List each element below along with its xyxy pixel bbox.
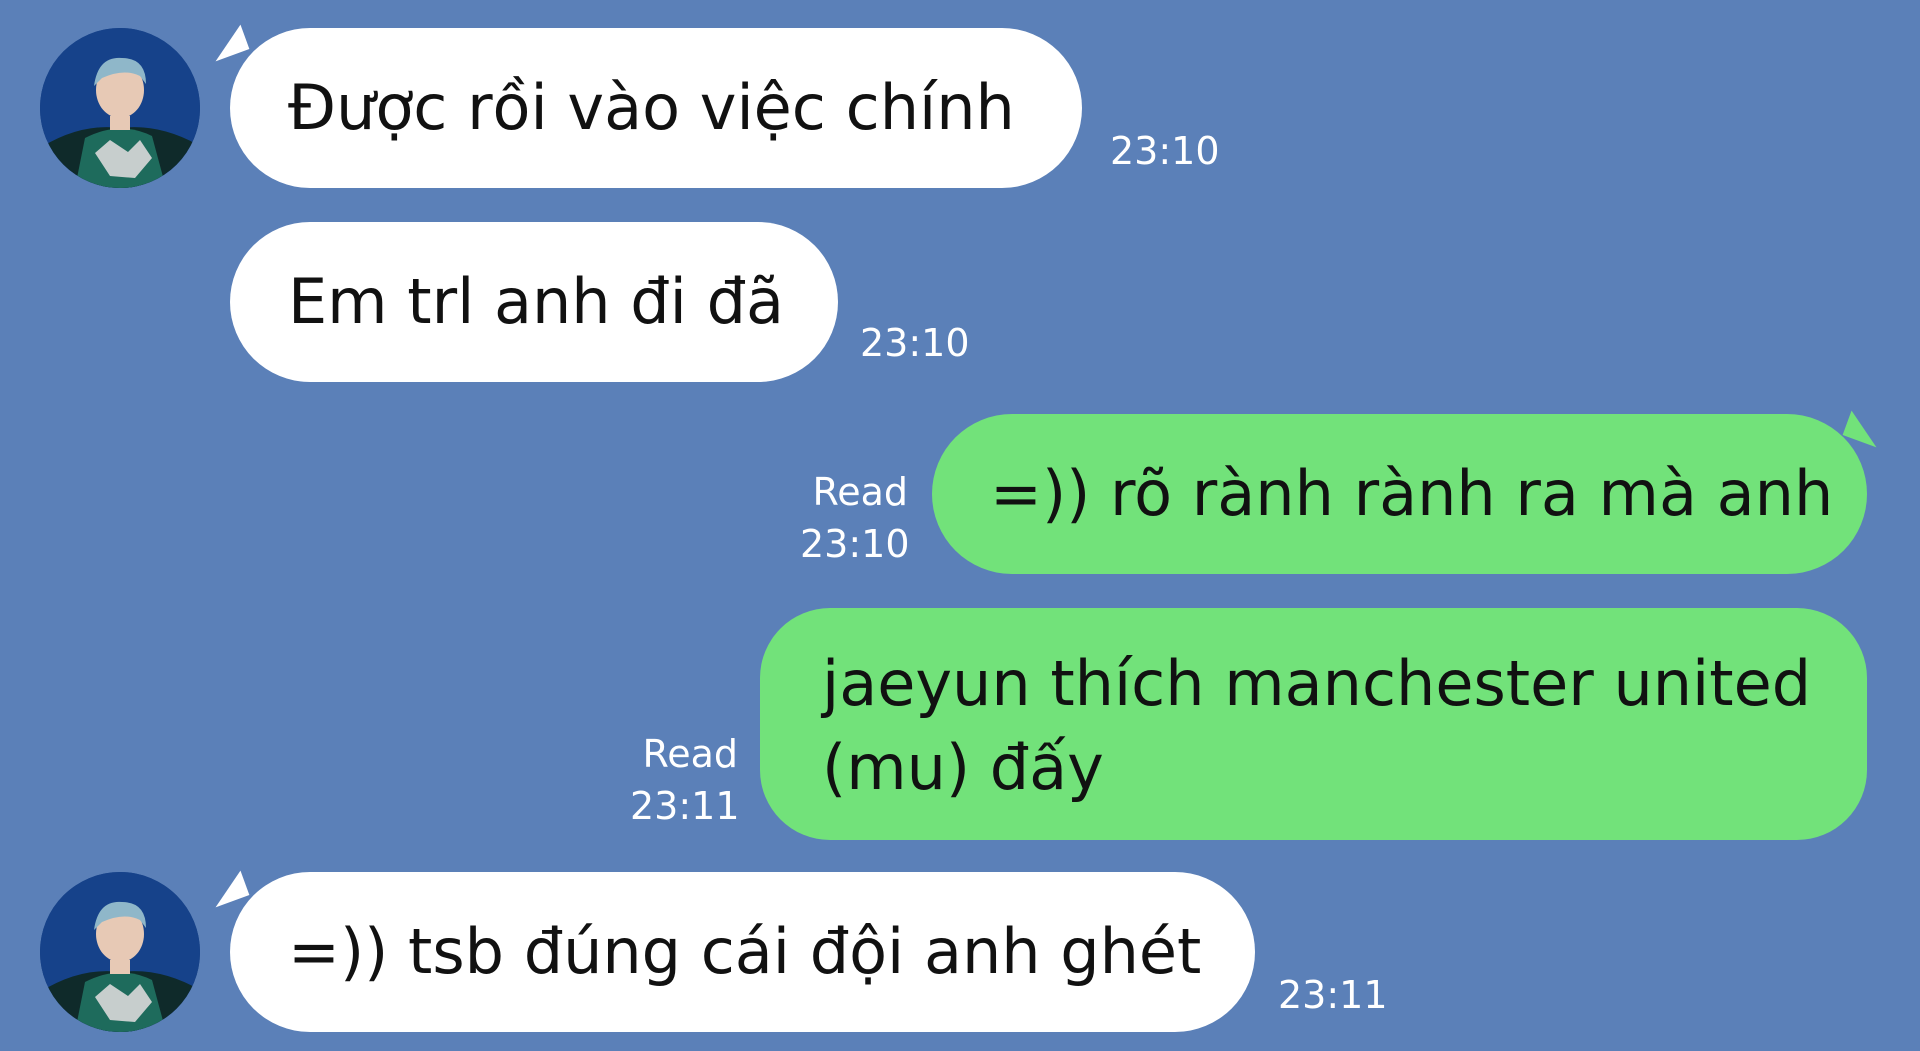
message-text: =)) tsb đúng cái đội anh ghét (288, 915, 1202, 988)
message-text: Được rồi vào việc chính (288, 71, 1015, 144)
contact-avatar[interactable] (40, 28, 200, 188)
message-text-line: (mu) đấy (822, 731, 1104, 804)
message-timestamp: 23:11 (1278, 973, 1388, 1017)
message-meta: Read 23:10 (800, 466, 910, 570)
message-timestamp: 23:10 (800, 522, 910, 566)
message-meta: Read 23:11 (630, 728, 740, 832)
contact-avatar[interactable] (40, 872, 200, 1032)
read-status: Read (812, 470, 908, 514)
message-bubble-incoming[interactable]: =)) tsb đúng cái đội anh ghét (230, 872, 1255, 1032)
chat-window: Được rồi vào việc chính 23:10 Em trl anh… (0, 0, 1920, 1051)
avatar-photo-icon (40, 872, 200, 1032)
message-timestamp: 23:10 (860, 321, 970, 365)
read-status: Read (642, 732, 738, 776)
avatar-photo-icon (40, 28, 200, 188)
message-bubble-incoming[interactable]: Được rồi vào việc chính (230, 28, 1082, 188)
message-text: Em trl anh đi đã (288, 265, 784, 338)
message-bubble-incoming[interactable]: Em trl anh đi đã (230, 222, 838, 382)
message-text-line: jaeyun thích manchester united (822, 647, 1812, 720)
message-timestamp: 23:11 (630, 784, 740, 828)
bubble-tail (1842, 410, 1886, 448)
message-bubble-outgoing[interactable]: =)) rõ rành rành ra mà anh (932, 414, 1867, 574)
bubble-tail (206, 870, 250, 908)
message-timestamp: 23:10 (1110, 129, 1220, 173)
bubble-tail (206, 24, 250, 62)
message-bubble-outgoing[interactable]: jaeyun thích manchester united (mu) đấy (760, 608, 1867, 840)
message-text: =)) rõ rành rành ra mà anh (990, 457, 1834, 530)
